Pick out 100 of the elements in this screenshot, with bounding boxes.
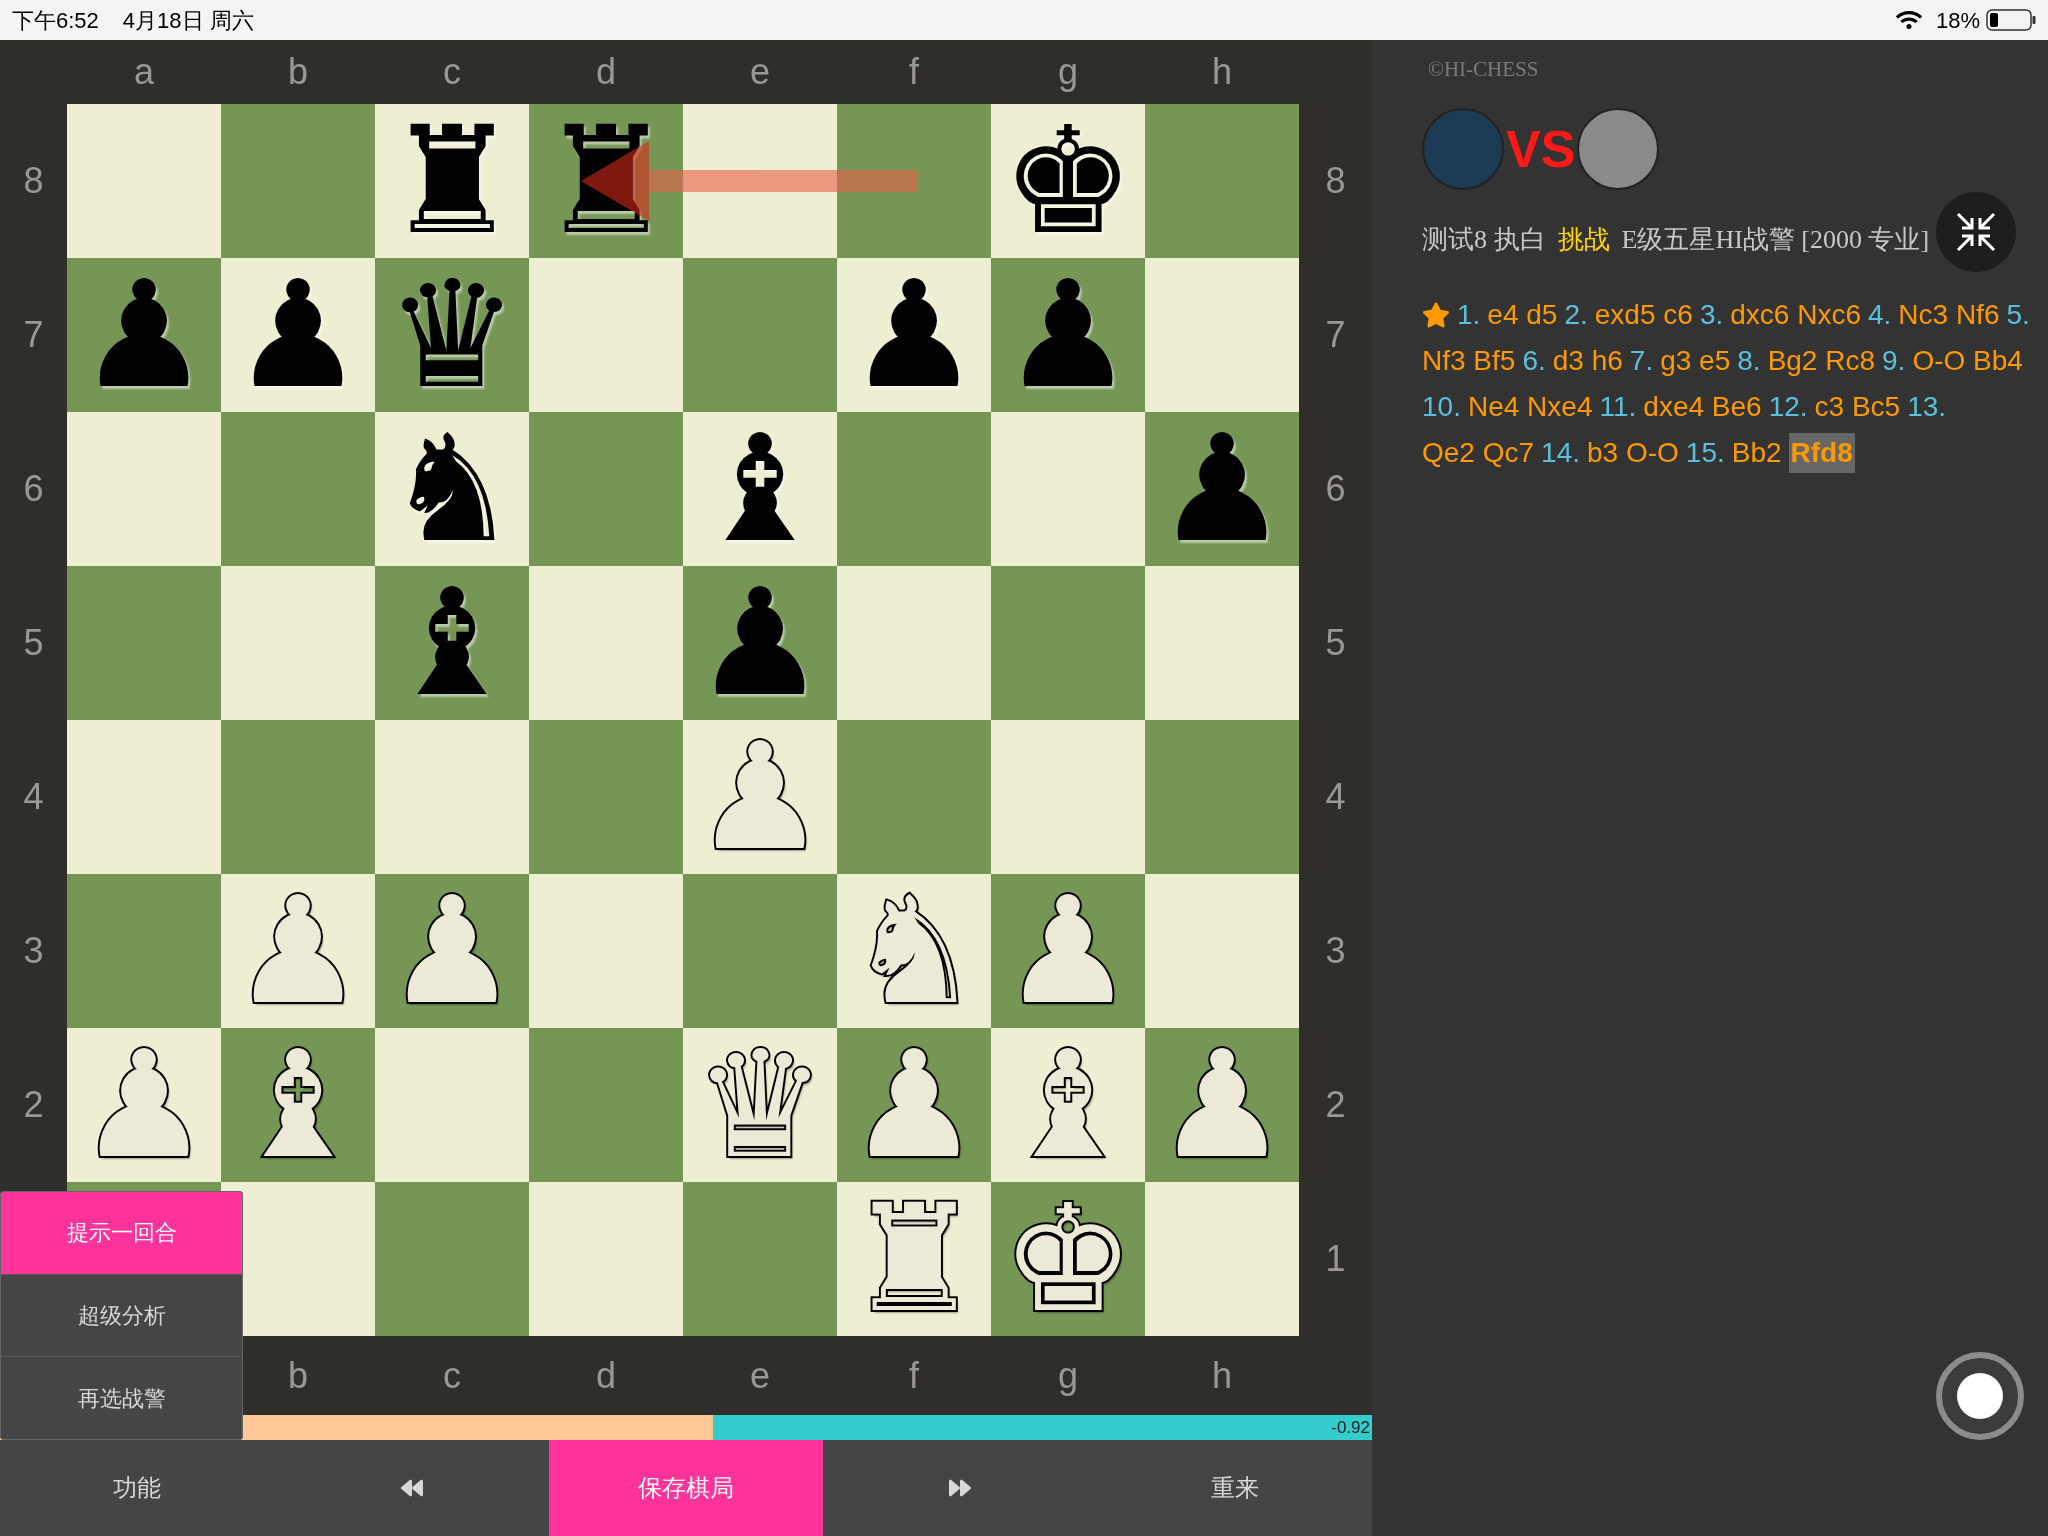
menu-item[interactable]: 提示一回合 xyxy=(1,1192,242,1274)
chess-piece[interactable]: ♟ xyxy=(1001,261,1135,409)
board-square[interactable]: ♝ xyxy=(375,566,529,720)
move-text[interactable]: Bb2 xyxy=(1731,432,1782,473)
move-text[interactable]: Nf3 Bf5 xyxy=(1422,340,1516,381)
move-number: 5. xyxy=(2006,297,2030,332)
file-label: c xyxy=(443,50,461,94)
board-square[interactable]: ♞ xyxy=(837,874,991,1028)
chess-piece[interactable]: ♟ xyxy=(231,877,365,1025)
board-square[interactable]: ♟ xyxy=(67,1028,221,1182)
rank-label: 6 xyxy=(23,467,44,511)
chess-piece[interactable]: ♝ xyxy=(385,569,519,717)
menu-item[interactable]: 再选战警 xyxy=(1,1356,242,1439)
chess-piece[interactable]: ♟ xyxy=(77,1031,211,1179)
board-square[interactable]: ♝ xyxy=(683,412,837,566)
chess-piece[interactable]: ♚ xyxy=(1001,107,1135,255)
chess-piece[interactable]: ♜ xyxy=(385,107,519,255)
move-number: 15. xyxy=(1685,435,1725,470)
wifi-icon xyxy=(1895,9,1922,31)
rewind-icon xyxy=(400,1477,423,1499)
toolbar-button[interactable]: 重来 xyxy=(1097,1440,1373,1536)
move-text[interactable]: g3 e5 xyxy=(1660,340,1731,381)
file-label: d xyxy=(596,1353,616,1398)
move-text[interactable]: Bg2 Rc8 xyxy=(1767,340,1876,381)
board-square[interactable]: ♜ xyxy=(375,104,529,258)
board-square[interactable]: ♟ xyxy=(1145,412,1299,566)
board-square[interactable]: ♟ xyxy=(221,258,375,412)
board-square[interactable]: ♛ xyxy=(375,258,529,412)
file-label: h xyxy=(1212,50,1232,94)
chess-piece[interactable]: ♟ xyxy=(847,261,981,409)
board-square[interactable]: ♜ xyxy=(529,104,683,258)
board-square[interactable]: ♟ xyxy=(221,874,375,1028)
game-info-text: 测试8 执白 xyxy=(1422,223,1546,256)
file-label: a xyxy=(134,50,154,94)
chess-piece[interactable]: ♜ xyxy=(847,1185,981,1333)
rank-label: 2 xyxy=(23,1083,44,1127)
toolbar-button[interactable]: 功能 xyxy=(0,1440,275,1536)
collapse-icon xyxy=(1954,210,1998,254)
move-number: 6. xyxy=(1522,343,1546,378)
chess-piece[interactable]: ♛ xyxy=(385,261,519,409)
rank-label: 4 xyxy=(1325,775,1346,819)
battery-percent: 18% xyxy=(1935,6,1980,35)
rank-label: 8 xyxy=(1325,159,1346,203)
move-number: 13. xyxy=(1907,389,1947,424)
rank-label: 8 xyxy=(23,159,44,203)
file-label: c xyxy=(443,1353,461,1398)
file-label: f xyxy=(909,1353,919,1398)
move-text[interactable]: dxe4 Be6 xyxy=(1643,386,1762,427)
chess-piece[interactable]: ♞ xyxy=(385,415,519,563)
board-square[interactable]: ♝ xyxy=(991,1028,1145,1182)
move-number: 11. xyxy=(1599,389,1637,424)
move-number: 12. xyxy=(1768,389,1808,424)
board-square[interactable]: ♜ xyxy=(837,1182,991,1336)
board-square[interactable]: ♛ xyxy=(683,1028,837,1182)
board-square[interactable]: ♟ xyxy=(683,566,837,720)
file-label: h xyxy=(1212,1353,1232,1398)
board-square[interactable]: ♟ xyxy=(67,258,221,412)
evaluation-reading: -0.92 xyxy=(1331,1416,1371,1439)
board-square[interactable]: ♞ xyxy=(375,412,529,566)
versus-text: VS xyxy=(1506,122,1576,175)
move-text[interactable]: Nc3 Nf6 xyxy=(1898,294,2000,335)
move-text[interactable]: O-O Bb4 xyxy=(1912,340,2023,381)
chess-piece[interactable]: ♟ xyxy=(77,261,211,409)
file-label: e xyxy=(750,50,770,94)
chess-piece[interactable]: ♜ xyxy=(539,107,673,255)
chess-piece[interactable]: ♟ xyxy=(231,261,365,409)
board-square[interactable]: ♟ xyxy=(991,258,1145,412)
move-text[interactable]: exd5 c6 xyxy=(1594,294,1693,335)
chess-piece[interactable]: ♟ xyxy=(1155,415,1289,563)
chess-piece[interactable]: ♟ xyxy=(693,723,827,871)
move-text[interactable]: Qe2 Qc7 xyxy=(1422,432,1535,473)
board-square[interactable]: ♟ xyxy=(837,258,991,412)
move-text[interactable]: Ne4 Nxe4 xyxy=(1467,386,1593,427)
board-square[interactable]: ♚ xyxy=(991,104,1145,258)
move-text[interactable]: b3 O-O xyxy=(1587,432,1679,473)
move-number: 1. xyxy=(1457,297,1481,332)
game-info-text: 挑战 xyxy=(1557,223,1610,256)
move-text[interactable]: e4 d5 xyxy=(1487,294,1558,335)
file-label: b xyxy=(288,1353,308,1398)
move-number: 10. xyxy=(1422,389,1461,424)
forward-button[interactable] xyxy=(823,1440,1098,1536)
rank-label: 7 xyxy=(23,313,44,357)
move-text[interactable]: dxc6 Nxc6 xyxy=(1730,294,1861,335)
toolbar-button[interactable]: 保存棋局 xyxy=(548,1440,824,1536)
move-number: 7. xyxy=(1629,343,1654,378)
chess-piece[interactable]: ♝ xyxy=(693,415,827,563)
file-label: g xyxy=(1058,1353,1078,1398)
rank-label: 4 xyxy=(23,775,44,819)
move-text[interactable]: c3 Bc5 xyxy=(1814,386,1901,427)
move-text[interactable]: d3 h6 xyxy=(1552,340,1623,381)
chess-piece[interactable]: ♟ xyxy=(693,569,827,717)
chess-piece[interactable]: ♝ xyxy=(1001,1031,1135,1179)
chess-piece[interactable]: ♞ xyxy=(847,877,981,1025)
rank-label: 1 xyxy=(1325,1237,1346,1281)
rewind-button[interactable] xyxy=(274,1440,549,1536)
move-number: 14. xyxy=(1541,435,1580,470)
move-number: 3. xyxy=(1699,297,1724,332)
chess-piece[interactable]: ♛ xyxy=(693,1031,827,1179)
rank-label: 5 xyxy=(23,621,44,665)
board-square[interactable]: ♟ xyxy=(683,720,837,874)
